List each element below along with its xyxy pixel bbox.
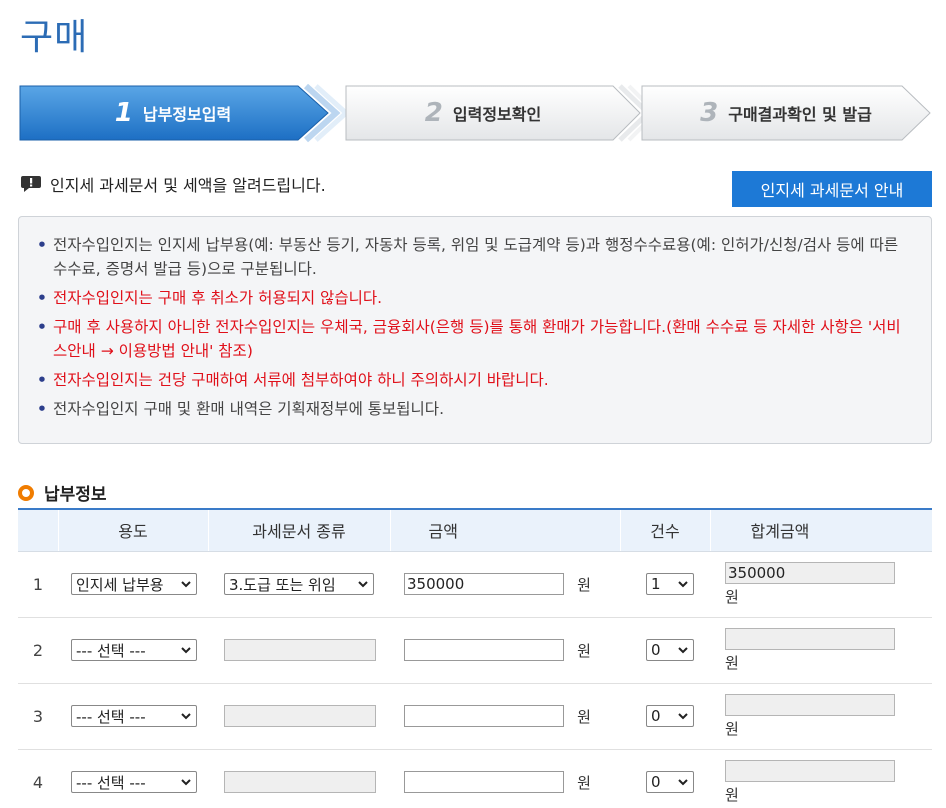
table-row: 3 --- 선택 --- 원 0 원 [18,683,932,750]
currency-unit: 원 [725,587,739,606]
doc-type-select-value: 3.도급 또는 위임 [229,575,336,594]
col-header-doc-type: 과세문서 종류 [207,509,390,552]
step-2: 2 입력정보확인 [328,84,658,142]
col-header-amount: 금액 [389,509,620,552]
purpose-select[interactable]: 인지세 납부용 [71,573,197,595]
page-title: 구매 [20,17,89,58]
chevron-down-icon [678,581,688,588]
purpose-select-value: --- 선택 --- [76,707,146,726]
tax-document-guide-button[interactable]: 인지세 과세문서 안내 [732,171,932,207]
row-number: 2 [18,617,58,684]
step-3-number: 3 [700,98,719,128]
chevron-down-icon [181,581,191,588]
step-1: 1 납부정보입력 [18,84,348,143]
purpose-select-value: 인지세 납부용 [76,575,164,594]
total-amount-field [725,693,895,716]
chevron-down-icon [181,779,191,786]
chevron-down-icon [678,779,688,786]
total-amount-field [725,759,895,782]
doc-type-field [224,705,376,727]
table-row: 2 --- 선택 --- 원 0 원 [18,617,932,684]
speech-bubble-icon [21,176,41,192]
count-select[interactable]: 0 [646,771,694,793]
chevron-down-icon [181,647,191,654]
count-select-value: 0 [651,773,661,791]
amount-input[interactable] [404,705,564,727]
table-header-row: 용도 과세문서 종류 금액 건수 합계금액 [18,509,932,552]
col-header-total: 합계금액 [709,509,932,552]
currency-unit: 원 [577,707,591,726]
currency-unit: 원 [725,785,739,804]
purpose-select-value: --- 선택 --- [76,773,146,792]
currency-unit: 원 [577,641,591,660]
count-select[interactable]: 0 [646,705,694,727]
row-number: 3 [18,683,58,750]
step-2-number: 2 [424,98,443,128]
col-header-purpose: 용도 [57,509,208,552]
purpose-select[interactable]: --- 선택 --- [71,771,197,793]
notice-heading: 인지세 과세문서 및 세액을 알려드립니다. [20,172,326,196]
row-number: 4 [18,749,58,808]
step-1-number: 1 [114,98,133,128]
step-1-label: 납부정보입력 [142,105,232,124]
chevron-down-icon [678,647,688,654]
step-2-label: 입력정보확인 [452,105,542,124]
info-item-warning: 구매 후 사용하지 아니한 전자수입인지는 우체국, 금융회사(은행 등)를 통… [37,315,911,363]
total-amount-field [725,561,895,584]
info-item: 전자수입인지 구매 및 환매 내역은 기획재정부에 통보됩니다. [37,397,911,421]
chevron-down-icon [181,713,191,720]
purpose-select[interactable]: --- 선택 --- [71,705,197,727]
info-box: 전자수입인지는 인지세 납부용(예: 부동산 등기, 자동차 등록, 위임 및 … [18,216,932,444]
count-select[interactable]: 1 [646,573,694,595]
doc-type-field [224,639,376,661]
row-number: 1 [18,551,58,618]
amount-input[interactable] [404,639,564,661]
doc-type-field [224,771,376,793]
section-heading: 납부정보 [18,480,107,505]
step-3-label: 구매결과확인 및 발급 [728,105,872,124]
bullet-circle-icon [18,484,34,501]
amount-input[interactable] [404,771,564,793]
info-item-warning: 전자수입인지는 건당 구매하여 서류에 첨부하여야 하니 주의하시기 바랍니다. [37,368,911,392]
step-3: 3 구매결과확인 및 발급 [640,84,932,142]
doc-type-select[interactable]: 3.도급 또는 위임 [224,573,374,595]
notice-heading-text: 인지세 과세문서 및 세액을 알려드립니다. [50,176,326,195]
chevron-down-icon [678,713,688,720]
count-select-value: 0 [651,707,661,725]
amount-input[interactable] [404,573,564,595]
count-select[interactable]: 0 [646,639,694,661]
section-title: 납부정보 [44,485,107,505]
table-row: 1 인지세 납부용 3.도급 또는 위임 원 1 [18,551,932,618]
total-amount-field [725,627,895,650]
currency-unit: 원 [725,653,739,672]
currency-unit: 원 [577,575,591,594]
currency-unit: 원 [725,719,739,738]
chevron-down-icon [358,581,368,588]
count-select-value: 0 [651,641,661,659]
purpose-select-value: --- 선택 --- [76,641,146,660]
currency-unit: 원 [577,773,591,792]
count-select-value: 1 [651,575,661,593]
col-header-count: 건수 [619,509,710,552]
info-item: 전자수입인지는 인지세 납부용(예: 부동산 등기, 자동차 등록, 위임 및 … [37,233,911,281]
table-row: 4 --- 선택 --- 원 0 원 [18,749,932,808]
info-item-warning: 전자수입인지는 구매 후 취소가 허용되지 않습니다. [37,286,911,310]
col-header-num [18,509,58,552]
purpose-select[interactable]: --- 선택 --- [71,639,197,661]
progress-steps: 1 납부정보입력 2 입력정보확인 3 구매결과확인 및 발급 [18,84,932,146]
payment-table: 용도 과세문서 종류 금액 건수 합계금액 1 인지세 납부용 3.도급 또는 … [18,508,932,808]
